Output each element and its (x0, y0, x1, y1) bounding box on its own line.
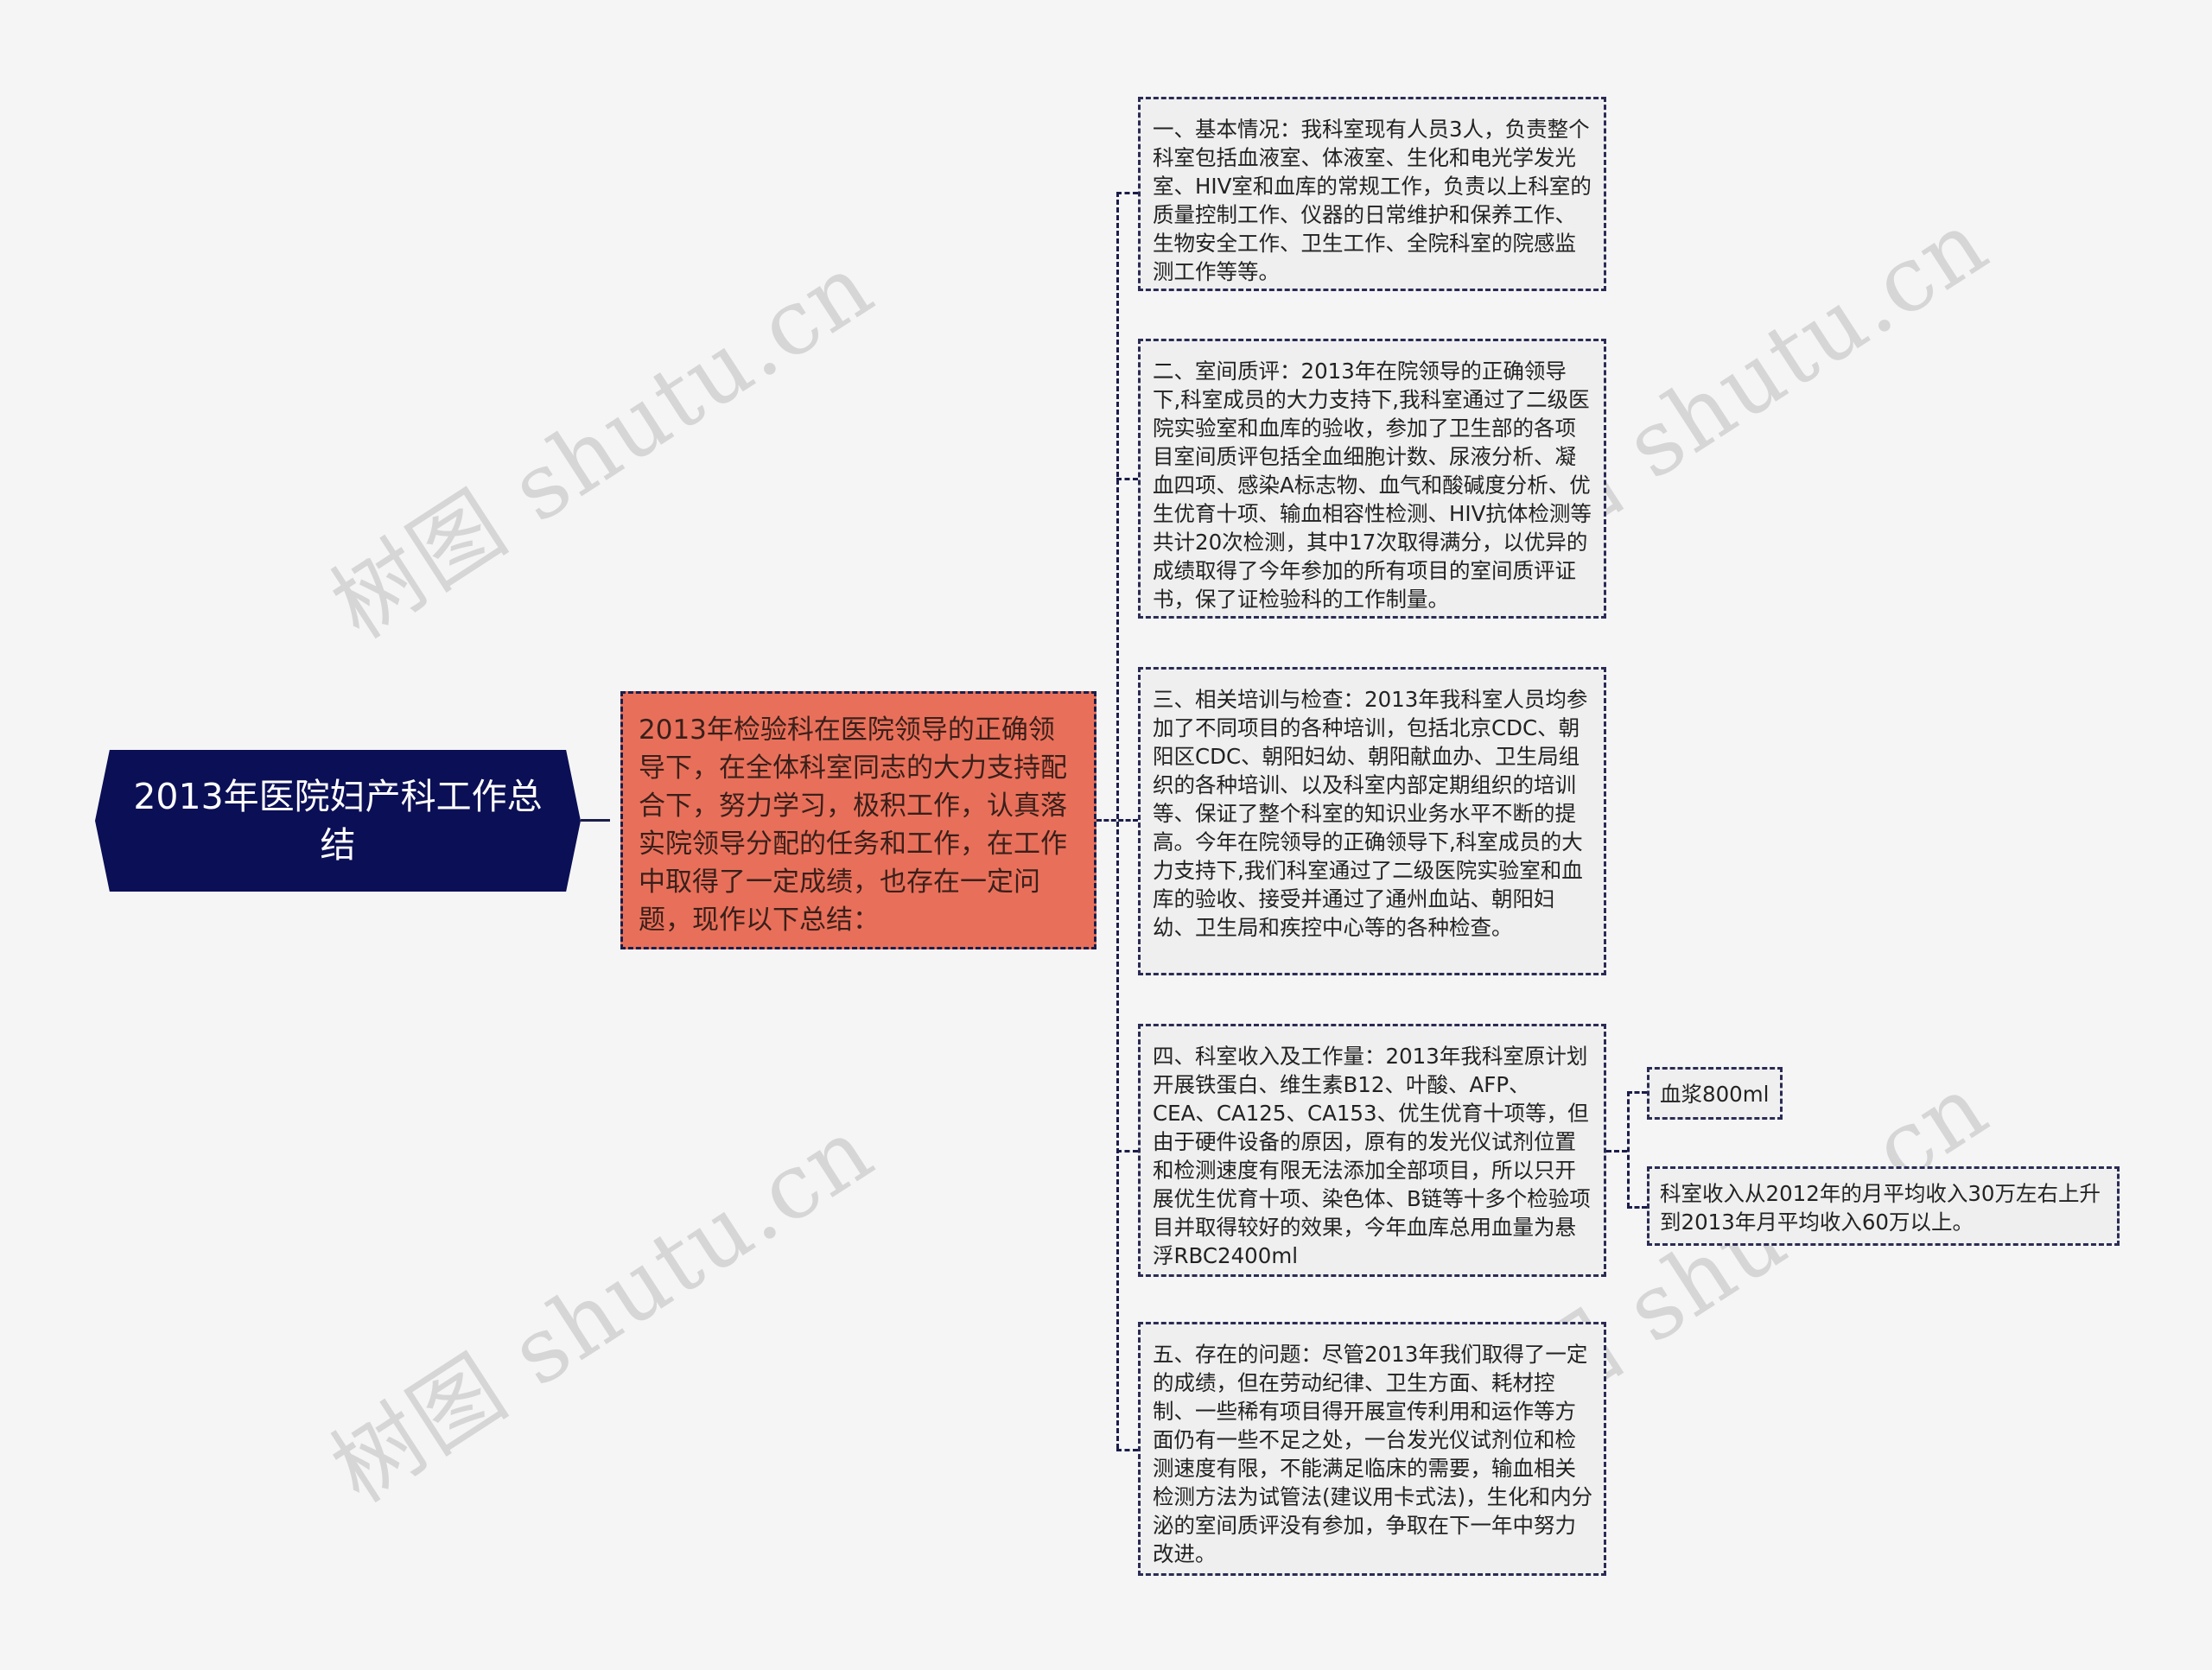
connector-sub-trunk (1627, 1091, 1630, 1208)
branch-node-training-inspection[interactable]: 三、相关培训与检查：2013年我科室人员均参加了不同项目的各种培训，包括北京CD… (1138, 667, 1606, 975)
branch-text: 四、科室收入及工作量：2013年我科室原计划开展铁蛋白、维生素B12、叶酸、AF… (1153, 1044, 1591, 1268)
connector-branch4-sub (1606, 1150, 1627, 1152)
connector-branch-2 (1116, 478, 1138, 480)
connector-branch-5 (1116, 1449, 1138, 1451)
connector-trunk (1116, 192, 1119, 1449)
sub-node-text: 血浆800ml (1660, 1082, 1770, 1107)
watermark: 树图 shutu.cn (314, 1096, 892, 1523)
connector-branch-1 (1116, 192, 1138, 194)
branch-text: 三、相关培训与检查：2013年我科室人员均参加了不同项目的各种培训，包括北京CD… (1153, 687, 1588, 940)
branch-node-quality-assessment[interactable]: 二、室间质评：2013年在院领导的正确领导下,科室成员的大力支持下,我科室通过了… (1138, 339, 1606, 619)
connector-branch-4 (1116, 1150, 1138, 1152)
branch-text: 二、室间质评：2013年在院领导的正确领导下,科室成员的大力支持下,我科室通过了… (1153, 359, 1592, 612)
connector-sub-1 (1627, 1091, 1647, 1094)
sub-node-income[interactable]: 科室收入从2012年的月平均收入30万左右上升到2013年月平均收入60万以上。 (1647, 1166, 2120, 1246)
branch-text: 五、存在的问题：尽管2013年我们取得了一定的成绩，但在劳动纪律、卫生方面、耗材… (1153, 1342, 1593, 1566)
sub-node-text: 科室收入从2012年的月平均收入30万左右上升到2013年月平均收入60万以上。 (1660, 1181, 2101, 1235)
root-node[interactable]: 2013年医院妇产科工作总结 (95, 750, 581, 892)
branch-text: 一、基本情况：我科室现有人员3人，负责整个科室包括血液室、体液室、生化和电光学发… (1153, 117, 1592, 284)
connector-sub-2 (1627, 1206, 1647, 1209)
central-topic-text: 2013年检验科在医院领导的正确领导下，在全体科室同志的大力支持配合下，努力学习… (639, 714, 1067, 936)
watermark: 树图 shutu.cn (314, 232, 892, 659)
branch-node-existing-problems[interactable]: 五、存在的问题：尽管2013年我们取得了一定的成绩，但在劳动纪律、卫生方面、耗材… (1138, 1322, 1606, 1576)
central-topic-node[interactable]: 2013年检验科在医院领导的正确领导下，在全体科室同志的大力支持配合下，努力学习… (620, 691, 1096, 949)
sub-node-plasma[interactable]: 血浆800ml (1647, 1067, 1783, 1120)
branch-node-basic-situation[interactable]: 一、基本情况：我科室现有人员3人，负责整个科室包括血液室、体液室、生化和电光学发… (1138, 97, 1606, 291)
connector-root-center (581, 819, 610, 822)
root-title: 2013年医院妇产科工作总结 (133, 776, 543, 866)
branch-node-income-workload[interactable]: 四、科室收入及工作量：2013年我科室原计划开展铁蛋白、维生素B12、叶酸、AF… (1138, 1024, 1606, 1277)
